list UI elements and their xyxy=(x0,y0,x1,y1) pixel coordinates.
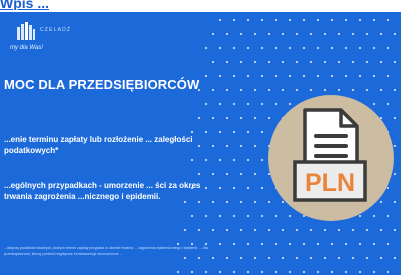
banner-headline: MOC DLA PRZEDSIĘBIORCÓW xyxy=(4,77,200,92)
city-crest-icon xyxy=(17,22,35,40)
banner-footnote: ...dotyczy podatków lokalnych, których t… xyxy=(4,246,208,256)
city-logo: CZELADŹ my dla Was! xyxy=(10,22,120,56)
relief-point-2: ...ególnych przypadkach - umorzenie ... … xyxy=(4,181,201,201)
city-name: CZELADŹ xyxy=(40,27,72,33)
pln-label: PLN xyxy=(305,169,355,197)
top-link-bar: Wpis ... xyxy=(0,0,401,12)
relief-point-1: ...enie terminu zapłaty lub rozłożenie .… xyxy=(4,135,193,155)
city-tagline: my dla Was! xyxy=(10,45,43,51)
article-link[interactable]: Wpis ... xyxy=(0,0,122,10)
pln-document-icon: PLN xyxy=(293,108,367,202)
